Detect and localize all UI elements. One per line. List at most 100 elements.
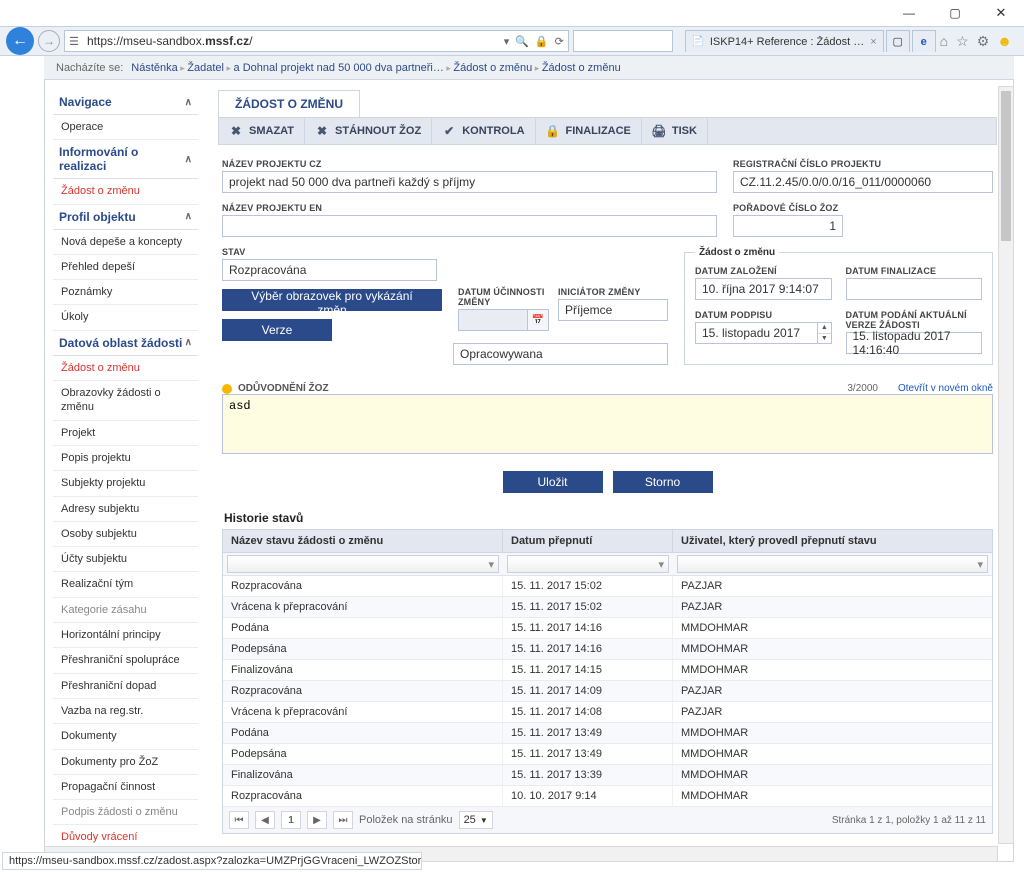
feedback-icon[interactable]: ☻	[997, 33, 1012, 50]
sidebar-item[interactable]: Vazba na reg.str.	[53, 699, 198, 724]
pager-last[interactable]: ⏭	[333, 811, 353, 829]
new-tab-button[interactable]: ▢	[886, 30, 910, 52]
toolbar-tisk[interactable]: 🖨TISK	[642, 118, 708, 144]
tab-close-icon[interactable]: ×	[870, 36, 876, 48]
sidebar-item[interactable]: Úkoly	[53, 305, 198, 330]
filter-date[interactable]: ▾	[507, 555, 669, 573]
sidebar-item[interactable]: Subjekty projektu	[53, 471, 198, 496]
vertical-scrollbar[interactable]	[998, 86, 1014, 844]
table-row[interactable]: Rozpracována15. 11. 2017 14:09PAZJAR	[223, 681, 992, 702]
sidebar-item[interactable]: Účty subjektu	[53, 547, 198, 572]
dropdown-icon[interactable]: ▾	[504, 35, 510, 48]
sidebar-item[interactable]: Osoby subjektu	[53, 522, 198, 547]
sidebar-item[interactable]: Obrazovky žádosti o změnu	[53, 381, 198, 421]
toolbar-kontrola[interactable]: ✔KONTROLA	[432, 118, 535, 144]
input-project-en[interactable]	[222, 215, 717, 237]
sidebar-item[interactable]: Přeshraniční dopad	[53, 674, 198, 699]
table-row[interactable]: Finalizována15. 11. 2017 14:15MMDOHMAR	[223, 660, 992, 681]
choose-screens-button[interactable]: Výběr obrazovek pro vykázání změn	[222, 289, 442, 311]
edge-switch-button[interactable]: e	[912, 30, 936, 52]
sidebar-item[interactable]: Žádost o změnu	[53, 179, 198, 204]
filter-user[interactable]: ▾	[677, 555, 988, 573]
page-tab[interactable]: ŽÁDOST O ZMĚNU	[218, 90, 360, 117]
breadcrumb-item[interactable]: Nástěnka	[131, 62, 177, 74]
sidebar-item[interactable]: Přeshraniční spolupráce	[53, 648, 198, 673]
sidebar-item[interactable]: Realizační tým	[53, 572, 198, 597]
cancel-button[interactable]: Storno	[613, 471, 713, 493]
sidebar-item[interactable]: Operace	[53, 115, 198, 140]
search-icon[interactable]: 🔍	[515, 35, 529, 48]
table-row[interactable]: Rozpracována15. 11. 2017 15:02PAZJAR	[223, 576, 992, 597]
table-row[interactable]: Rozpracována10. 10. 2017 9:14MMDOHMAR	[223, 786, 992, 807]
breadcrumb-item[interactable]: a Dohnal projekt nad 50 000 dva partneři…	[234, 62, 444, 74]
col-user[interactable]: Uživatel, který provedl přepnutí stavu	[673, 530, 992, 552]
input-reg-number[interactable]	[733, 171, 993, 193]
sidebar-item[interactable]: Dokumenty pro ŽoZ	[53, 750, 198, 775]
pager-page[interactable]: 1	[281, 811, 301, 829]
input-sign[interactable]	[695, 322, 817, 344]
sidebar-item[interactable]: Žádost o změnu	[53, 356, 198, 381]
table-row[interactable]: Podepsána15. 11. 2017 13:49MMDOHMAR	[223, 744, 992, 765]
filter-icon[interactable]: ▾	[488, 558, 494, 571]
table-row[interactable]: Podepsána15. 11. 2017 14:16MMDOHMAR	[223, 639, 992, 660]
filter-icon[interactable]: ▾	[658, 558, 664, 571]
sidebar-group-header[interactable]: Datová oblast žádosti∧	[53, 331, 198, 356]
window-close[interactable]: ✕	[978, 0, 1024, 26]
open-new-window-link[interactable]: Otevřít v novém okně	[898, 383, 993, 394]
spin-arrows[interactable]: ▲▼	[817, 322, 831, 344]
pager-first[interactable]: ⏮	[229, 811, 249, 829]
window-minimize[interactable]: —	[886, 0, 932, 26]
sidebar-group-header[interactable]: Navigace∧	[53, 90, 198, 115]
table-row[interactable]: Podána15. 11. 2017 14:16MMDOHMAR	[223, 618, 992, 639]
settings-icon[interactable]: ⚙	[977, 33, 990, 50]
sidebar-item[interactable]: Projekt	[53, 421, 198, 446]
sidebar-item[interactable]: Adresy subjektu	[53, 497, 198, 522]
toolbar-stáhnout žoz[interactable]: ✖STÁHNOUT ŽOZ	[305, 118, 432, 144]
sidebar-item[interactable]: Propagační činnost	[53, 775, 198, 800]
version-button[interactable]: Verze	[222, 319, 332, 341]
filter-icon[interactable]: ▾	[977, 558, 983, 571]
favorites-icon[interactable]: ☆	[956, 33, 969, 50]
sidebar-item[interactable]: Přehled depeší	[53, 255, 198, 280]
sidebar-item[interactable]: Nová depeše a koncepty	[53, 230, 198, 255]
breadcrumb-item[interactable]: Žádost o změnu	[542, 62, 621, 74]
input-project-cz[interactable]	[222, 171, 717, 193]
table-row[interactable]: Finalizována15. 11. 2017 13:39MMDOHMAR	[223, 765, 992, 786]
table-row[interactable]: Vrácena k přepracování15. 11. 2017 15:02…	[223, 597, 992, 618]
input-seq[interactable]	[733, 215, 843, 237]
home-icon[interactable]: ⌂	[940, 33, 948, 50]
window-maximize[interactable]: ▢	[932, 0, 978, 26]
sidebar-group-header[interactable]: Profil objektu∧	[53, 205, 198, 230]
breadcrumb-item[interactable]: Žádost o změnu	[453, 62, 532, 74]
table-row[interactable]: Podána15. 11. 2017 13:49MMDOHMAR	[223, 723, 992, 744]
input-eff-date[interactable]	[458, 309, 528, 331]
input-state-cz[interactable]	[222, 259, 437, 281]
toolbar-smazat[interactable]: ✖SMAZAT	[219, 118, 305, 144]
scrollbar-thumb[interactable]	[1001, 91, 1011, 241]
calendar-icon[interactable]: 📅	[527, 309, 549, 331]
filter-state[interactable]: ▾	[227, 555, 499, 573]
table-row[interactable]: Vrácena k přepracování15. 11. 2017 14:08…	[223, 702, 992, 723]
toolbar-finalizace[interactable]: 🔒FINALIZACE	[536, 118, 642, 144]
sidebar-group-header[interactable]: Informování o realizaci∧	[53, 140, 198, 179]
nav-back-button[interactable]: ←	[6, 27, 34, 55]
justification-textarea[interactable]	[222, 394, 993, 454]
spin-sign[interactable]: ▲▼	[695, 322, 832, 344]
browser-search-box[interactable]	[573, 30, 673, 52]
sidebar-item[interactable]: Dokumenty	[53, 724, 198, 749]
col-state[interactable]: Název stavu žádosti o změnu	[223, 530, 503, 552]
refresh-icon[interactable]: ⟳	[555, 35, 564, 48]
address-bar[interactable]: ☰ https://mseu-sandbox.mssf.cz/ ▾ 🔍 🔒 ⟳	[64, 30, 569, 52]
arrow-up-icon[interactable]: ▲	[818, 323, 830, 334]
browser-tab-active[interactable]: 📄 ISKP14+ Reference : Žádost … ×	[685, 30, 884, 52]
input-initiator[interactable]	[558, 299, 668, 321]
col-date[interactable]: Datum přepnutí	[503, 530, 673, 552]
sidebar-item[interactable]: Popis projektu	[53, 446, 198, 471]
sidebar-item[interactable]: Poznámky	[53, 280, 198, 305]
pager-prev[interactable]: ◀	[255, 811, 275, 829]
nav-forward-button[interactable]: →	[38, 30, 60, 52]
save-button[interactable]: Uložit	[503, 471, 603, 493]
sidebar-item[interactable]: Horizontální principy	[53, 623, 198, 648]
arrow-down-icon[interactable]: ▼	[818, 334, 830, 344]
breadcrumb-item[interactable]: Žadatel	[187, 62, 224, 74]
